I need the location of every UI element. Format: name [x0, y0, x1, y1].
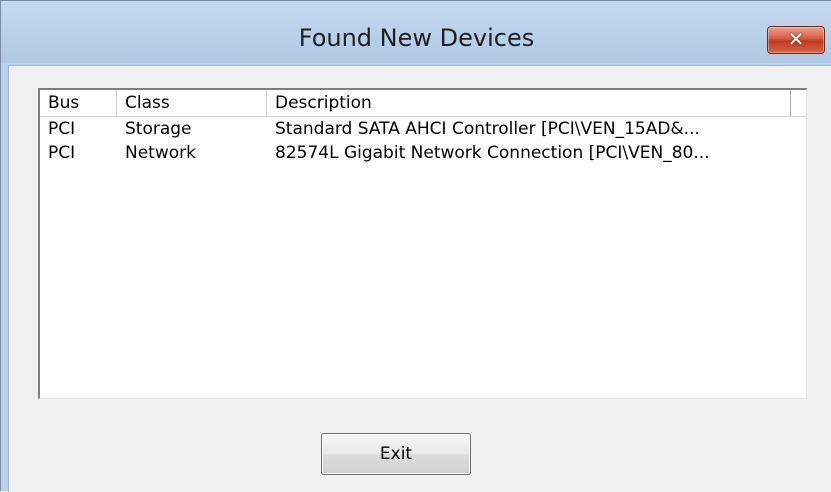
devices-list[interactable]: Bus Class Description PCI Storage Standa…	[38, 88, 807, 399]
list-item[interactable]: PCI Storage Standard SATA AHCI Controlle…	[40, 117, 806, 141]
cell-bus: PCI	[48, 119, 76, 139]
column-header-class[interactable]: Class	[117, 90, 267, 116]
column-header-description[interactable]: Description	[267, 90, 791, 116]
cell-class: Storage	[125, 119, 192, 139]
title-bar[interactable]: Found New Devices ✕	[1, 1, 831, 63]
cell-description: Standard SATA AHCI Controller [PCI\VEN_1…	[275, 119, 700, 139]
column-header-bus[interactable]: Bus	[40, 90, 117, 116]
list-header: Bus Class Description	[40, 90, 806, 117]
window-title: Found New Devices	[298, 24, 535, 52]
cell-bus: PCI	[48, 143, 76, 163]
close-button[interactable]: ✕	[767, 26, 825, 54]
exit-button[interactable]: Exit	[321, 433, 471, 475]
cell-description: 82574L Gigabit Network Connection [PCI\V…	[275, 143, 710, 163]
dialog-client-area: Bus Class Description PCI Storage Standa…	[8, 65, 831, 492]
close-icon: ✕	[787, 27, 805, 51]
cell-class: Network	[125, 143, 196, 163]
dialog-window: Found New Devices ✕ Bus Class Descriptio…	[0, 0, 831, 492]
list-item[interactable]: PCI Network 82574L Gigabit Network Conne…	[40, 141, 806, 165]
